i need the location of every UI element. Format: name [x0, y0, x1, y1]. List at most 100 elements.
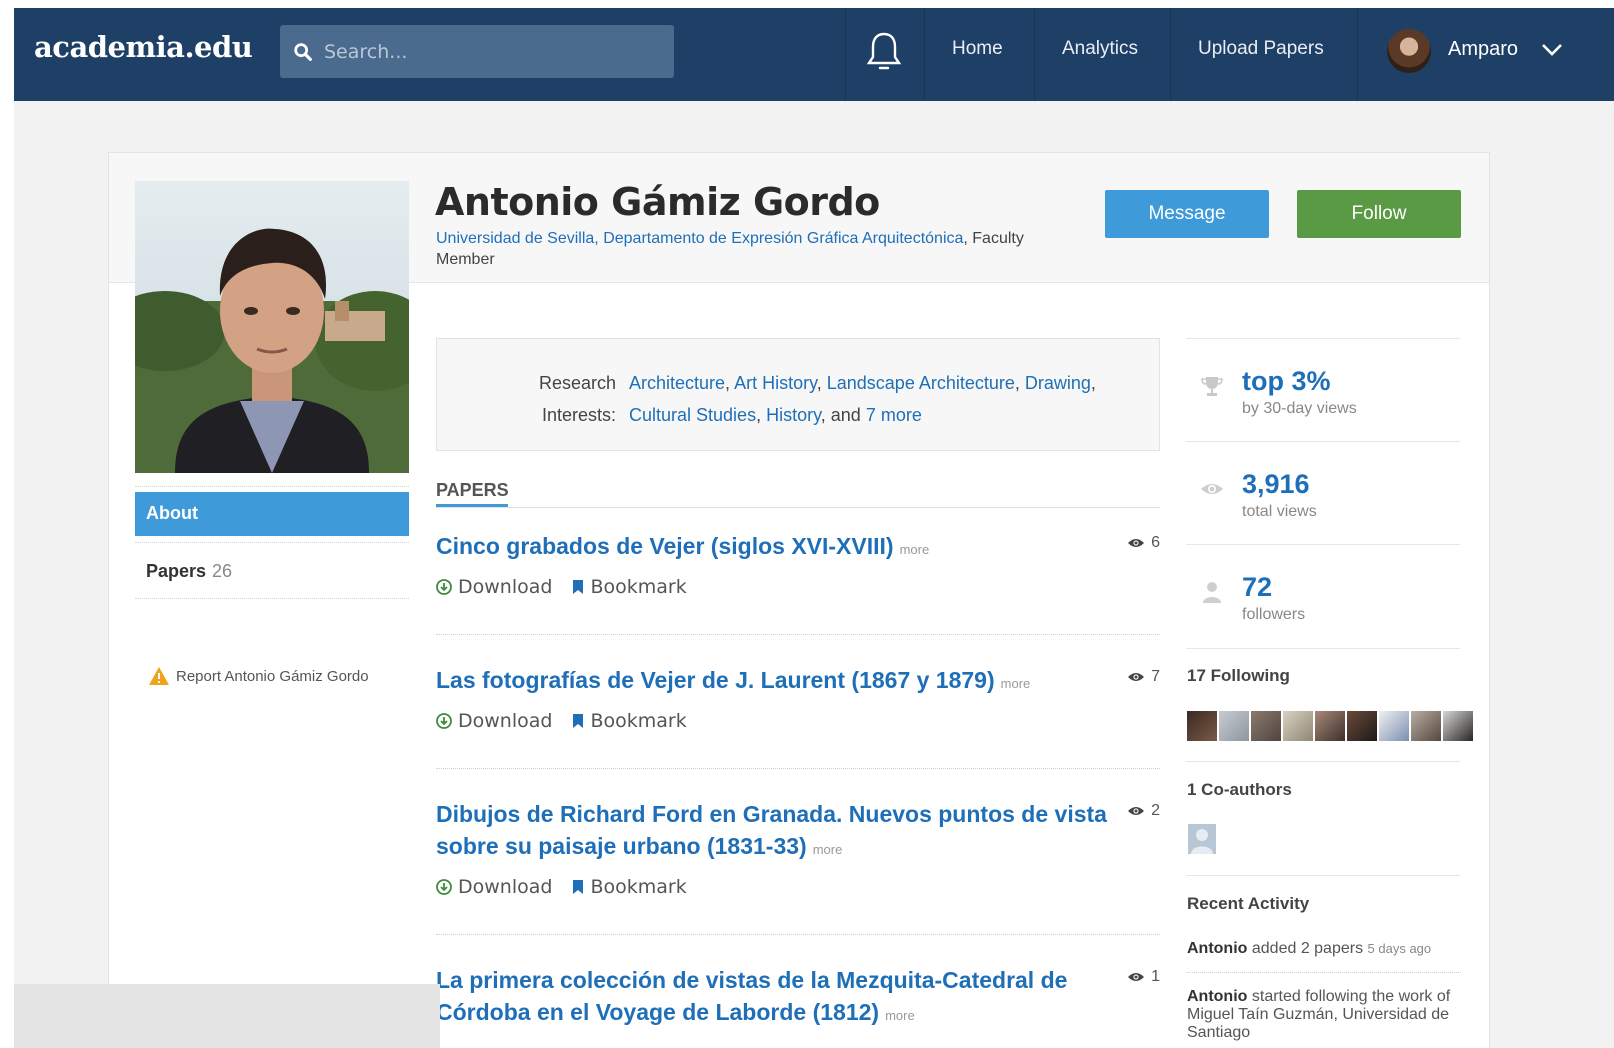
papers-heading-underline — [436, 504, 508, 507]
coauthor-avatar[interactable] — [1188, 824, 1216, 854]
interest-link[interactable]: Cultural Studies — [629, 405, 756, 425]
paper-title[interactable]: La primera colección de vistas de la Mez… — [436, 964, 1116, 1032]
top-navbar: academia.edu Home Analytics Upload Paper… — [14, 8, 1614, 101]
paper-actions: Download Bookmark — [436, 710, 1160, 732]
interests-label-line2: Interests: — [542, 405, 617, 425]
paper-divider — [436, 634, 1160, 635]
report-label: Report Antonio Gámiz Gordo — [176, 667, 369, 685]
paper-divider — [436, 934, 1160, 935]
download-label: Download — [458, 710, 553, 732]
paper-more-link[interactable]: more — [813, 842, 843, 857]
search-input[interactable] — [324, 35, 654, 69]
bookmark-label: Bookmark — [590, 876, 687, 898]
coauthors-heading[interactable]: 1 Co-authors — [1187, 780, 1292, 800]
paper-views-count: 6 — [1151, 534, 1160, 551]
chevron-down-icon[interactable] — [1540, 40, 1564, 60]
warning-icon — [149, 667, 169, 685]
paper-title-text[interactable]: Las fotografías de Vejer de J. Laurent (… — [436, 667, 995, 693]
stats-divider — [1186, 761, 1460, 762]
nav-divider — [845, 8, 846, 101]
following-avatar[interactable] — [1187, 711, 1217, 741]
stats-divider — [1186, 648, 1460, 649]
site-logo[interactable]: academia.edu — [34, 30, 253, 64]
user-avatar[interactable] — [1387, 29, 1431, 73]
following-avatar[interactable] — [1411, 711, 1441, 741]
following-heading[interactable]: 17 Following — [1187, 666, 1290, 686]
following-avatars — [1187, 711, 1473, 741]
download-label: Download — [458, 576, 553, 598]
bookmark-button[interactable]: Bookmark — [572, 876, 687, 898]
paper-actions: Download Bookmark — [436, 576, 1160, 598]
download-button[interactable]: Download — [436, 576, 552, 598]
stats-divider — [1186, 441, 1460, 442]
bookmark-icon — [573, 580, 584, 594]
profile-name: Antonio Gámiz Gordo — [435, 180, 880, 224]
interests-label-line1: Research — [539, 373, 617, 393]
following-avatar[interactable] — [1283, 711, 1313, 741]
stats-divider — [1186, 544, 1460, 545]
following-avatar[interactable] — [1219, 711, 1249, 741]
paper-title[interactable]: Las fotografías de Vejer de J. Laurent (… — [436, 664, 1116, 700]
activity-text: added 2 papers — [1251, 940, 1364, 957]
tab-about[interactable]: About — [135, 492, 409, 536]
interest-link[interactable]: Landscape Architecture — [827, 373, 1015, 393]
paper-title[interactable]: Cinco grabados de Vejer (siglos XVI-XVII… — [436, 530, 1116, 566]
nav-upload-papers-link[interactable]: Upload Papers — [1198, 38, 1324, 60]
paper-more-link[interactable]: more — [1001, 676, 1031, 691]
person-icon — [1203, 582, 1221, 603]
paper-item: La primera colección de vistas de la Mez… — [436, 964, 1160, 1032]
user-name[interactable]: Amparo — [1448, 38, 1518, 61]
search-box[interactable] — [280, 25, 674, 78]
notifications-bell-icon[interactable] — [866, 30, 902, 74]
paper-title[interactable]: Dibujos de Richard Ford en Granada. Nuev… — [436, 798, 1116, 866]
sidebar-divider — [135, 542, 409, 543]
interest-link[interactable]: Drawing — [1025, 373, 1091, 393]
following-avatar[interactable] — [1251, 711, 1281, 741]
eye-icon — [1128, 539, 1145, 547]
stats-divider — [1186, 875, 1460, 876]
paper-views-count: 1 — [1151, 968, 1160, 985]
interests-more-link[interactable]: 7 more — [866, 405, 922, 425]
tab-papers[interactable]: Papers 26 — [146, 561, 232, 582]
bottom-overlay-bar — [14, 984, 440, 1048]
interests-label: Research Interests: — [539, 367, 616, 431]
nav-divider — [1034, 8, 1035, 101]
default-avatar-icon — [1191, 829, 1213, 854]
eye-icon — [1128, 673, 1145, 681]
paper-item: Cinco grabados de Vejer (siglos XVI-XVII… — [436, 530, 1160, 598]
papers-divider — [436, 507, 1160, 508]
message-button[interactable]: Message — [1105, 190, 1269, 238]
nav-home-link[interactable]: Home — [952, 38, 1003, 60]
follow-button[interactable]: Follow — [1297, 190, 1461, 238]
interest-link[interactable]: Art History — [734, 373, 817, 393]
interest-link[interactable]: Architecture — [629, 373, 725, 393]
paper-views: 2 — [1127, 802, 1160, 820]
report-link[interactable]: Report Antonio Gámiz Gordo — [148, 666, 369, 686]
papers-heading[interactable]: PAPERS — [436, 480, 509, 501]
activity-time: 5 days ago — [1367, 941, 1432, 956]
paper-title-text[interactable]: La primera colección de vistas de la Mez… — [436, 967, 1067, 1025]
activity-actor[interactable]: Antonio — [1187, 988, 1247, 1005]
activity-actor[interactable]: Antonio — [1187, 940, 1247, 957]
download-button[interactable]: Download — [436, 876, 552, 898]
paper-divider — [436, 768, 1160, 769]
tab-papers-label: Papers — [146, 561, 207, 581]
stats-divider — [1186, 338, 1460, 339]
bookmark-button[interactable]: Bookmark — [572, 710, 687, 732]
bookmark-button[interactable]: Bookmark — [572, 576, 687, 598]
trophy-icon — [1201, 377, 1223, 396]
following-avatar[interactable] — [1315, 711, 1345, 741]
download-button[interactable]: Download — [436, 710, 552, 732]
download-icon — [436, 713, 452, 729]
following-avatar[interactable] — [1347, 711, 1377, 741]
paper-title-text[interactable]: Dibujos de Richard Ford en Granada. Nuev… — [436, 801, 1107, 859]
nav-analytics-link[interactable]: Analytics — [1062, 38, 1138, 60]
paper-more-link[interactable]: more — [885, 1008, 915, 1023]
paper-more-link[interactable]: more — [900, 542, 930, 557]
affiliation-link[interactable]: Universidad de Sevilla, Departamento de … — [436, 230, 963, 247]
following-avatar[interactable] — [1379, 711, 1409, 741]
interest-link[interactable]: History — [766, 405, 821, 425]
following-avatar[interactable] — [1443, 711, 1473, 741]
paper-title-text[interactable]: Cinco grabados de Vejer (siglos XVI-XVII… — [436, 533, 894, 559]
tab-papers-count: 26 — [212, 561, 233, 581]
